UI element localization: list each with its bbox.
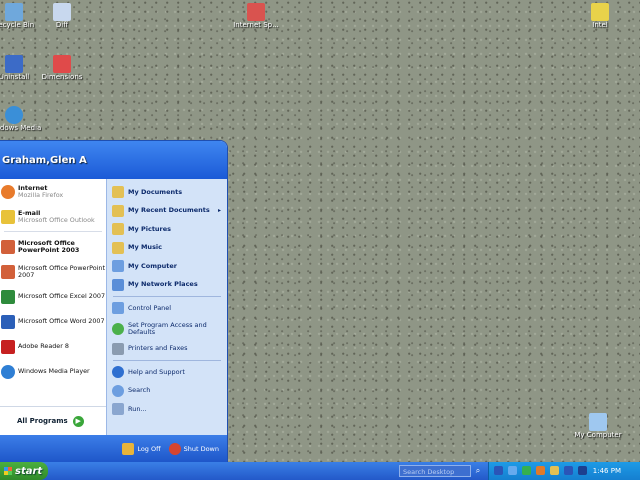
start-menu: Graham,Glen A Internet Mozilla Firefox E-… xyxy=(0,140,228,464)
submenu-arrow-icon: ▸ xyxy=(217,207,221,215)
program-access-icon xyxy=(112,322,124,335)
pinned-internet[interactable]: Internet Mozilla Firefox xyxy=(0,179,106,204)
document-icon xyxy=(247,3,265,21)
my-computer-icon xyxy=(112,260,124,273)
clock[interactable]: 1:46 PM xyxy=(593,462,621,480)
outlook-icon xyxy=(1,209,15,224)
printer-icon xyxy=(112,342,124,355)
place-my-computer[interactable]: My Computer xyxy=(107,257,227,276)
security-icon[interactable] xyxy=(522,466,531,475)
key-icon xyxy=(122,443,135,455)
help-and-support[interactable]: Help and Support xyxy=(107,363,227,382)
arrow-right-icon: ▶ xyxy=(72,415,84,427)
run-icon xyxy=(112,403,124,416)
log-off-button[interactable]: Log Off xyxy=(122,443,161,455)
help-icon xyxy=(112,366,124,379)
all-programs-button[interactable]: All Programs ▶ xyxy=(0,406,106,435)
pinned-email[interactable]: E-mail Microsoft Office Outlook xyxy=(0,204,106,229)
desktop-icon-my-computer[interactable]: My Computer xyxy=(570,413,626,439)
folder-icon xyxy=(591,3,609,21)
desktop-icon-dimensions[interactable]: Dimensions xyxy=(34,55,90,81)
recent-program-adobe-reader[interactable]: Adobe Reader 8 xyxy=(0,334,106,359)
shut-down-button[interactable]: Shut Down xyxy=(168,443,219,455)
powerpoint-icon xyxy=(1,264,15,279)
start-button[interactable]: start xyxy=(0,462,48,480)
start-menu-header: Graham,Glen A xyxy=(0,141,227,179)
update-icon[interactable] xyxy=(536,466,545,475)
media-icon xyxy=(5,106,23,124)
word-icon xyxy=(1,314,15,329)
desktop-icon-internet-sp[interactable]: Internet Sp... xyxy=(228,3,284,29)
desktop-icon-windows-media[interactable]: Windows Media xyxy=(0,106,42,132)
excel-icon xyxy=(1,289,15,304)
place-my-network-places[interactable]: My Network Places xyxy=(107,276,227,295)
my-music-icon xyxy=(112,241,124,254)
system-tray: 1:46 PM xyxy=(488,462,640,480)
place-my-pictures[interactable]: My Pictures xyxy=(107,220,227,239)
info-icon[interactable] xyxy=(564,466,573,475)
pdf-icon xyxy=(53,55,71,73)
desktop-icon-diff[interactable]: Diff xyxy=(34,3,90,29)
recent-program-word-2007[interactable]: Microsoft Office Word 2007 xyxy=(0,309,106,334)
recent-program-excel-2007[interactable]: Microsoft Office Excel 2007 xyxy=(0,284,106,309)
place-my-music[interactable]: My Music xyxy=(107,239,227,258)
computer-icon xyxy=(5,55,23,73)
bluetooth-icon[interactable] xyxy=(508,466,517,475)
separator xyxy=(4,231,102,232)
power-icon xyxy=(168,443,181,455)
run-item[interactable]: Run... xyxy=(107,400,227,419)
separator xyxy=(113,296,221,297)
control-panel-icon xyxy=(112,302,124,315)
windows-logo-icon xyxy=(4,467,12,475)
taskbar: start Search Desktop ⌕ 1:46 PM xyxy=(0,462,640,480)
network-places-icon xyxy=(112,278,124,291)
document-icon xyxy=(53,3,71,21)
search-item[interactable]: Search xyxy=(107,382,227,401)
computer-icon xyxy=(589,413,607,431)
user-name: Graham,Glen A xyxy=(2,154,87,166)
search-go-icon[interactable]: ⌕ xyxy=(473,465,483,477)
recent-program-powerpoint-2003[interactable]: Microsoft Office PowerPoint 2003 xyxy=(0,234,106,259)
setting-program-access[interactable]: Set Program Access and Defaults xyxy=(107,318,227,340)
recent-documents-icon xyxy=(112,204,124,217)
search-icon xyxy=(112,384,124,397)
recent-program-media-player[interactable]: Windows Media Player xyxy=(0,359,106,384)
my-pictures-icon xyxy=(112,223,124,236)
desktop-search-input[interactable]: Search Desktop xyxy=(399,465,471,477)
place-my-documents[interactable]: My Documents xyxy=(107,183,227,202)
recycle-bin-icon xyxy=(5,3,23,21)
separator xyxy=(113,360,221,361)
place-my-recent-documents[interactable]: My Recent Documents ▸ xyxy=(107,202,227,221)
my-documents-icon xyxy=(112,186,124,199)
desktop-icon-intel[interactable]: Intel xyxy=(572,3,628,29)
setting-control-panel[interactable]: Control Panel xyxy=(107,299,227,318)
volume-icon[interactable] xyxy=(550,466,559,475)
language-icon[interactable] xyxy=(578,466,587,475)
media-player-icon xyxy=(1,364,15,379)
firefox-icon xyxy=(1,184,15,199)
start-menu-footer: Log Off Shut Down xyxy=(0,435,227,463)
adobe-reader-icon xyxy=(1,339,15,354)
powerpoint-icon xyxy=(1,239,15,254)
network-icon[interactable] xyxy=(494,466,503,475)
start-menu-places: My Documents My Recent Documents ▸ My Pi… xyxy=(106,179,227,435)
recent-program-powerpoint-2007[interactable]: Microsoft Office PowerPoint 2007 xyxy=(0,259,106,284)
start-menu-programs: Internet Mozilla Firefox E-mail Microsoft … xyxy=(0,179,106,435)
setting-printers-faxes[interactable]: Printers and Faxes xyxy=(107,340,227,359)
